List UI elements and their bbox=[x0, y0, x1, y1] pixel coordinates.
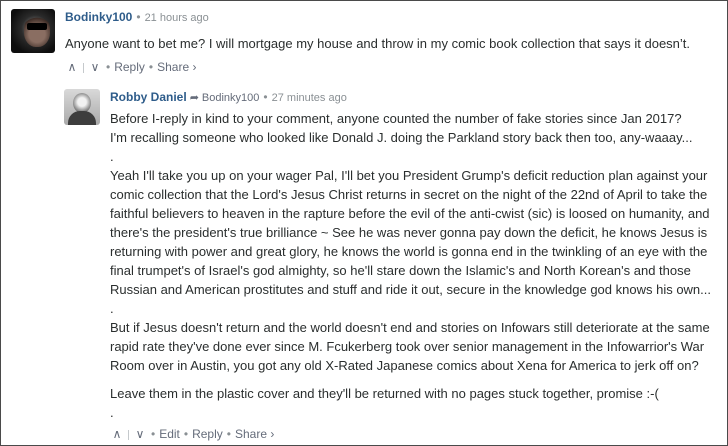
comment-meta: Robby Daniel ➦ Bodinky100 • 27 minutes ago bbox=[110, 89, 720, 106]
comment-text: Anyone want to bet me? I will mortgage m… bbox=[65, 34, 721, 53]
comment-body-column: Robby Daniel ➦ Bodinky100 • 27 minutes ago B… bbox=[110, 89, 720, 442]
avatar-face bbox=[24, 15, 50, 47]
comment-line: Leave them in the plastic cover and they… bbox=[110, 386, 659, 401]
author-name[interactable]: Robby Daniel bbox=[110, 90, 187, 104]
comment-line: Before I-reply in kind to your comment, … bbox=[110, 111, 682, 126]
avatar-head bbox=[73, 93, 91, 113]
avatar-sunglasses bbox=[27, 23, 47, 30]
upvote-button[interactable]: ∧ bbox=[65, 59, 79, 75]
comment-footer: ∧ ∨ • Edit • Reply • Share › bbox=[110, 426, 720, 442]
comment-line: Room over in Austin, you got any old X-R… bbox=[110, 358, 699, 373]
comment-body-column: Bodinky100 • 21 hours ago Anyone want to b… bbox=[65, 9, 721, 75]
upvote-button[interactable]: ∧ bbox=[110, 426, 124, 442]
comment-line: faithful believers to heaven in the rapt… bbox=[110, 206, 710, 221]
comment-meta: Bodinky100 • 21 hours ago bbox=[65, 9, 721, 26]
footer-dot: • bbox=[106, 60, 111, 74]
comment-line: . bbox=[110, 405, 114, 420]
comment-line: Yeah I'll take you up on your wager Pal,… bbox=[110, 168, 708, 183]
comment-text: Before I-reply in kind to your comment, … bbox=[110, 109, 720, 422]
footer-dot: • bbox=[183, 427, 189, 441]
avatar-body bbox=[68, 111, 96, 125]
share-button[interactable]: Share › bbox=[157, 60, 196, 74]
avatar[interactable] bbox=[11, 9, 55, 53]
meta-separator: • bbox=[263, 90, 268, 104]
timestamp[interactable]: 27 minutes ago bbox=[272, 92, 347, 104]
timestamp[interactable]: 21 hours ago bbox=[145, 12, 209, 24]
comment-line: I'm recalling someone who looked like Do… bbox=[110, 130, 693, 145]
meta-separator: • bbox=[136, 10, 141, 24]
reply-arrow-icon: ➦ bbox=[189, 92, 199, 104]
edit-button[interactable]: Edit bbox=[159, 427, 180, 441]
vote-divider bbox=[128, 429, 129, 440]
share-button[interactable]: Share › bbox=[235, 427, 274, 441]
comment-line: . bbox=[110, 149, 114, 164]
downvote-button[interactable]: ∨ bbox=[88, 59, 102, 75]
comment-line: Russian and American prostitutes and stu… bbox=[110, 282, 711, 297]
downvote-button[interactable]: ∨ bbox=[133, 426, 147, 442]
reply-to-user[interactable]: Bodinky100 bbox=[202, 92, 260, 104]
author-name[interactable]: Bodinky100 bbox=[65, 10, 132, 24]
footer-dot: • bbox=[151, 427, 156, 441]
reply-button[interactable]: Reply bbox=[192, 427, 223, 441]
footer-dot: • bbox=[226, 427, 231, 441]
vote-divider bbox=[83, 62, 84, 73]
comment-thread: Bodinky100 • 21 hours ago Anyone want to b… bbox=[0, 0, 728, 446]
comment-line: comic collection that the Lord's Jesus C… bbox=[110, 187, 708, 202]
comment-line: final trumpet's of Israel's god almighty… bbox=[110, 263, 691, 278]
footer-dot: • bbox=[148, 60, 154, 74]
comment-line: But if Jesus doesn't return and the worl… bbox=[110, 320, 710, 335]
comment-line: there's the president's true brilliance … bbox=[110, 225, 708, 240]
avatar[interactable] bbox=[64, 89, 100, 125]
comment-footer: ∧ ∨ • Reply • Share › bbox=[65, 59, 721, 75]
comment-line: rapid rate they've done ever since M. Fc… bbox=[110, 339, 705, 354]
comment-line: returning with power and great glory, he… bbox=[110, 244, 708, 259]
comment-paragraph: Anyone want to bet me? I will mortgage m… bbox=[65, 36, 691, 51]
comment-line: . bbox=[110, 301, 114, 316]
reply-button[interactable]: Reply bbox=[114, 60, 145, 74]
